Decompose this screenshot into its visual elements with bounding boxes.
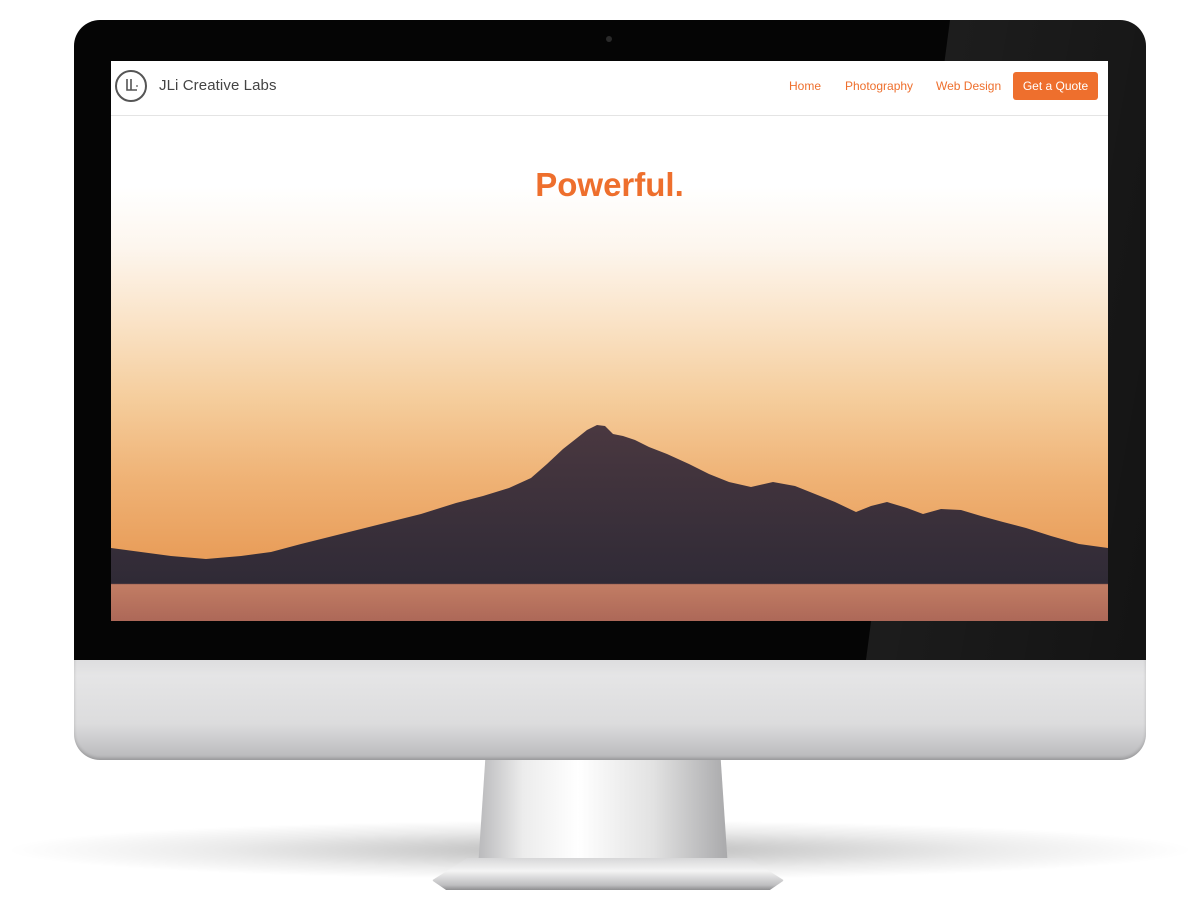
monitor-mockup: JLi Creative Labs Home Photography Web D… [0,0,1200,900]
mountain-silhouette [111,425,1108,586]
get-a-quote-button[interactable]: Get a Quote [1013,72,1098,100]
nav-web-design-link[interactable]: Web Design [936,79,1001,93]
nav-home-link[interactable]: Home [789,79,821,93]
navbar: JLi Creative Labs Home Photography Web D… [111,61,1108,116]
website-screen: JLi Creative Labs Home Photography Web D… [111,61,1108,621]
monitor-stand-neck [478,756,728,868]
monitor-stand-base [432,858,784,890]
nav-photography-link[interactable]: Photography [845,79,913,93]
brand-name[interactable]: JLi Creative Labs [159,77,277,94]
salt-flat-ground [111,584,1108,621]
jl-logo-icon[interactable] [115,70,147,102]
hero-section: Powerful. [111,116,1108,621]
camera-icon [606,36,612,42]
jl-monogram-icon [126,79,138,91]
hero-headline: Powerful. [535,166,684,203]
